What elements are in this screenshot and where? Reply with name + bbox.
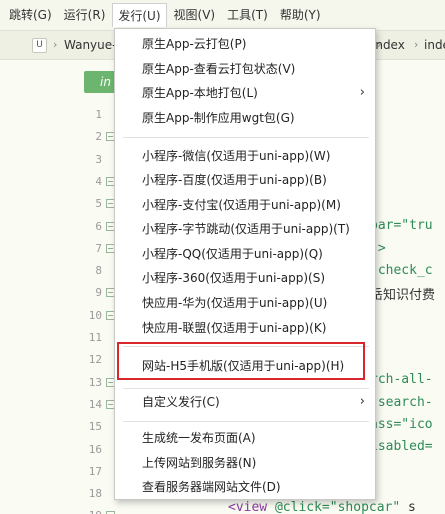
menu-item-app-local-pack[interactable]: 原生App-本地打包(L) ›	[115, 81, 375, 105]
line-number: 18	[88, 487, 102, 500]
menu-item-mp-qq[interactable]: 小程序-QQ(仅适用于uni-app)(Q)	[115, 242, 375, 266]
line-number: 14	[88, 398, 102, 411]
project-icon[interactable]: U	[32, 38, 47, 53]
editor-gutter	[0, 60, 122, 514]
menu-goto[interactable]: 跳转(G)	[4, 3, 57, 27]
line-number: 17	[88, 465, 102, 478]
code-line: ass="ico	[370, 417, 433, 432]
breadcrumb-folder[interactable]: index	[372, 38, 405, 52]
menu-item-app-cloud-status[interactable]: 原生App-查看云打包状态(V)	[115, 57, 375, 81]
line-number: 1	[95, 108, 102, 121]
menu-item-mp-toutiao[interactable]: 小程序-字节跳动(仅适用于uni-app)(T)	[115, 217, 375, 241]
menu-item-quickapp-huawei[interactable]: 快应用-华为(仅适用于uni-app)(U)	[115, 291, 375, 315]
publish-dropdown-menu: 原生App-云打包(P) 原生App-查看云打包状态(V) 原生App-本地打包…	[114, 28, 376, 500]
menu-item-mp-alipay[interactable]: 小程序-支付宝(仅适用于uni-app)(M)	[115, 193, 375, 217]
line-number: 10	[88, 309, 102, 322]
code-line: bar="tru	[370, 218, 433, 233]
menu-tools[interactable]: 工具(T)	[222, 3, 273, 27]
menu-item-mp-weixin[interactable]: 小程序-微信(仅适用于uni-app)(W)	[115, 144, 375, 168]
line-number: 12	[88, 353, 102, 366]
line-number: 15	[88, 420, 102, 433]
breadcrumb-project[interactable]: Wanyue-	[64, 38, 116, 52]
line-number: 2	[95, 130, 102, 143]
line-number: 16	[88, 443, 102, 456]
line-number: 6	[95, 220, 102, 233]
menu-help[interactable]: 帮助(Y)	[275, 3, 326, 27]
line-number: 9	[95, 286, 102, 299]
line-number: 4	[95, 175, 102, 188]
menu-item-quickapp-union[interactable]: 快应用-联盟(仅适用于uni-app)(K)	[115, 316, 375, 340]
line-number: 7	[95, 242, 102, 255]
code-line: rch-all-	[370, 372, 433, 387]
menu-item-mp-360[interactable]: 小程序-360(仅适用于uni-app)(S)	[115, 266, 375, 290]
line-number: 11	[88, 331, 102, 344]
menu-publish[interactable]: 发行(U)	[112, 3, 167, 27]
highlight-box	[117, 342, 365, 380]
chevron-right-icon: ›	[359, 85, 365, 100]
menu-item-app-cloud-pack[interactable]: 原生App-云打包(P)	[115, 32, 375, 56]
line-number: 5	[95, 197, 102, 210]
code-line: 岳知识付费	[370, 288, 436, 303]
chevron-right-icon: ›	[414, 38, 419, 51]
chevron-right-icon: ›	[53, 38, 58, 51]
code-line: "check_c	[370, 263, 433, 278]
menu-separator	[123, 388, 369, 389]
menu-item-generate-publish-page[interactable]: 生成统一发布页面(A)	[115, 426, 375, 450]
code-line: "search-	[370, 395, 433, 410]
menu-item-upload-site[interactable]: 上传网站到服务器(N)	[115, 451, 375, 475]
menu-separator	[123, 421, 369, 422]
code-line: isabled=	[370, 439, 433, 454]
menu-item-custom-publish[interactable]: 自定义发行(C) ›	[115, 390, 375, 414]
menu-view[interactable]: 视图(V)	[169, 3, 221, 27]
breadcrumb-file[interactable]: inde	[424, 38, 445, 52]
line-number: 19	[76, 509, 102, 514]
line-number: 13	[88, 376, 102, 389]
menu-bar: 跳转(G) 运行(R) 发行(U) 视图(V) 工具(T) 帮助(Y)	[0, 0, 445, 30]
menu-separator	[123, 137, 369, 138]
chevron-right-icon: ›	[359, 394, 365, 409]
line-number: 8	[95, 264, 102, 277]
menu-item-mp-baidu[interactable]: 小程序-百度(仅适用于uni-app)(B)	[115, 168, 375, 192]
line-number: 3	[95, 153, 102, 166]
menu-item-view-server-files[interactable]: 查看服务器端网站文件(D)	[115, 475, 375, 499]
menu-item-app-wgt-pack[interactable]: 原生App-制作应用wgt包(G)	[115, 106, 375, 130]
code-line-bottom: <view @click="shopcar" s	[228, 500, 416, 514]
menu-run[interactable]: 运行(R)	[59, 3, 111, 27]
